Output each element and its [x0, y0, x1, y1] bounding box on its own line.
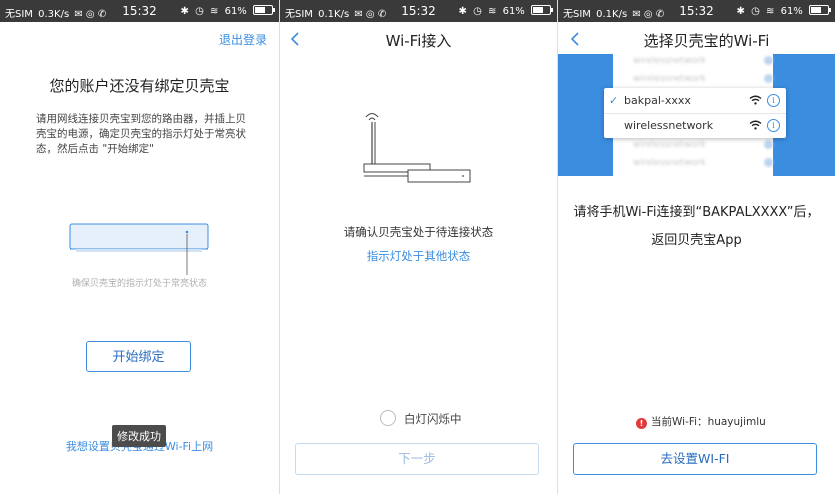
- bluetooth-icon: ✱: [180, 6, 189, 17]
- blurred-network-item: wirelessnetwork: [633, 140, 773, 152]
- radio-label: 白灯闪烁中: [404, 412, 462, 426]
- router-antenna-illustration-icon: [363, 113, 471, 183]
- router-indicator-note: 确保贝壳宝的指示灯处于常亮状态: [71, 279, 207, 289]
- screen-select-wifi: 无SIM 0.1K/s ✉ ◎ ✆ 15:32 ✱ ◷ ≋ 61% 选择贝壳宝的…: [558, 0, 835, 494]
- battery-percent: 61%: [502, 6, 525, 17]
- wifi-icon: [749, 95, 762, 105]
- screen-bind-device: 无SIM 0.3K/s ✉ ◎ ✆ 15:32 ✱ ◷ ≋ 61% 退出登录 您…: [0, 0, 279, 494]
- network-item[interactable]: wirelessnetwork i: [604, 113, 786, 138]
- info-icon[interactable]: i: [767, 119, 780, 132]
- status-bar: 无SIM 0.3K/s ✉ ◎ ✆ 15:32 ✱ ◷ ≋ 61%: [0, 0, 279, 22]
- battery-icon: [809, 5, 831, 15]
- status-bar: 无SIM 0.1K/s ✉ ◎ ✆ 15:32 ✱ ◷ ≋ 61%: [558, 0, 835, 22]
- other-state-link[interactable]: 指示灯处于其他状态: [280, 248, 557, 264]
- alarm-icon: ◷: [751, 6, 760, 17]
- wifi-icon: [749, 120, 762, 130]
- alarm-icon: ◷: [473, 6, 482, 17]
- warning-icon: !: [636, 418, 647, 429]
- wifi-signal-icon: ≋: [488, 6, 497, 17]
- wifi-signal-icon: ≋: [766, 6, 775, 17]
- blurred-network-item: wirelessnetwork: [633, 56, 773, 68]
- bind-instructions: 请用网线连接贝壳宝到您的路由器，并插上贝壳宝的电源，确定贝壳宝的指示灯处于常亮状…: [36, 113, 246, 155]
- info-icon: [764, 140, 773, 149]
- blurred-network-item: wirelessnetwork: [633, 158, 773, 170]
- battery-percent: 61%: [780, 6, 803, 17]
- info-icon: [764, 56, 773, 65]
- network-popup: ✓ bakpal-xxxx i wirelessnetwork i: [604, 88, 786, 138]
- logout-link[interactable]: 退出登录: [219, 31, 267, 48]
- blurred-network-item: wirelessnetwork: [633, 74, 773, 86]
- battery-percent: 61%: [224, 6, 247, 17]
- battery-icon: [531, 5, 553, 15]
- bluetooth-icon: ✱: [736, 6, 745, 17]
- bluetooth-icon: ✱: [458, 6, 467, 17]
- current-wifi-row: ! 当前Wi-Fi：huayujimlu: [636, 414, 766, 429]
- network-name: bakpal-xxxx: [624, 94, 691, 107]
- info-icon: [764, 74, 773, 83]
- page-title: Wi-Fi接入: [385, 32, 452, 50]
- page-title: 选择贝壳宝的Wi-Fi: [643, 32, 770, 50]
- info-icon: [764, 158, 773, 167]
- battery-icon: [253, 5, 275, 15]
- network-item-selected[interactable]: ✓ bakpal-xxxx i: [604, 88, 786, 113]
- current-wifi-label: 当前Wi-Fi：: [651, 416, 708, 428]
- white-light-radio-row[interactable]: 白灯闪烁中: [380, 410, 462, 427]
- wifi-signal-icon: ≋: [210, 6, 219, 17]
- success-toast: 修改成功: [112, 425, 166, 447]
- router-illustration-icon: [69, 223, 209, 275]
- page-heading: 您的账户还没有绑定贝壳宝: [49, 77, 230, 95]
- alarm-icon: ◷: [195, 6, 204, 17]
- status-bar: 无SIM 0.1K/s ✉ ◎ ✆ 15:32 ✱ ◷ ≋ 61%: [280, 0, 557, 22]
- connect-instruction: 请将手机Wi-Fi连接到“BAKPALXXXX”后，: [573, 205, 820, 220]
- return-instruction: 返回贝壳宝App: [651, 233, 742, 248]
- info-icon[interactable]: i: [767, 94, 780, 107]
- go-wifi-settings-button[interactable]: 去设置WI-FI: [573, 443, 817, 475]
- current-wifi-value: huayujimlu: [707, 416, 766, 428]
- checkmark-icon: ✓: [609, 94, 619, 107]
- confirm-state-text: 请确认贝壳宝处于待连接状态: [343, 225, 494, 239]
- next-step-button[interactable]: 下一步: [295, 443, 539, 475]
- network-name: wirelessnetwork: [624, 119, 714, 132]
- white-light-radio[interactable]: [380, 410, 396, 426]
- screen-wifi-access: 无SIM 0.1K/s ✉ ◎ ✆ 15:32 ✱ ◷ ≋ 61% Wi-Fi接…: [280, 0, 557, 494]
- start-binding-button[interactable]: 开始绑定: [86, 341, 191, 372]
